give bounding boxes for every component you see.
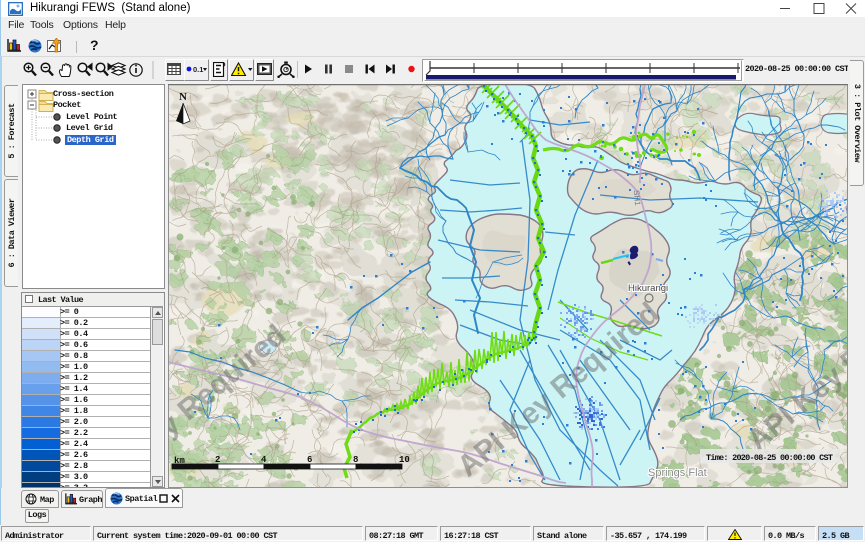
svg-text:6: 6 [307, 455, 312, 465]
svg-text:Springs Flat: Springs Flat [648, 467, 707, 479]
svg-text:SH1: SH1 [632, 190, 642, 207]
svg-text:4: 4 [261, 455, 267, 465]
svg-text:2: 2 [215, 455, 220, 465]
svg-text:N: N [179, 91, 187, 103]
svg-text:8: 8 [353, 455, 358, 465]
svg-text:Hikurangi: Hikurangi [628, 283, 668, 294]
svg-text:Time: 2020-08-25 00:00:00 CST: Time: 2020-08-25 00:00:00 CST [706, 453, 833, 463]
svg-text:10: 10 [399, 455, 410, 465]
svg-text:0.1: 0.1 [193, 65, 203, 74]
